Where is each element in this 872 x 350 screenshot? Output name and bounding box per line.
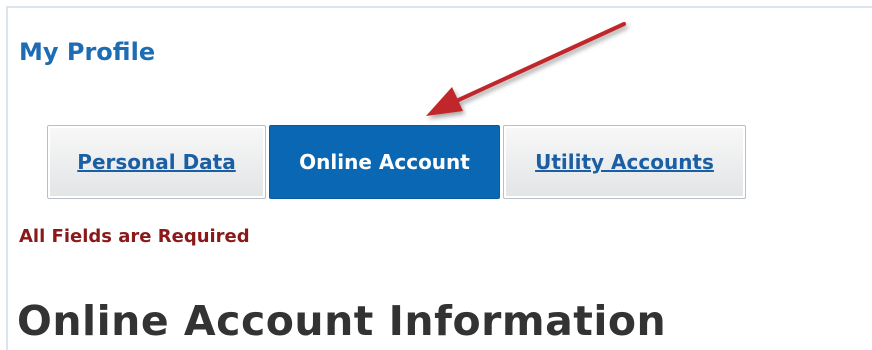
required-fields-note: All Fields are Required [19, 226, 250, 247]
tab-personal-data[interactable]: Personal Data [47, 125, 266, 199]
profile-page: My Profile Personal Data Online Account … [0, 0, 872, 350]
tab-utility-accounts[interactable]: Utility Accounts [503, 125, 746, 199]
page-title: My Profile [19, 38, 156, 66]
tab-online-account[interactable]: Online Account [269, 125, 500, 199]
section-heading: Online Account Information [17, 297, 667, 345]
top-border [8, 6, 872, 8]
left-border [6, 6, 8, 350]
